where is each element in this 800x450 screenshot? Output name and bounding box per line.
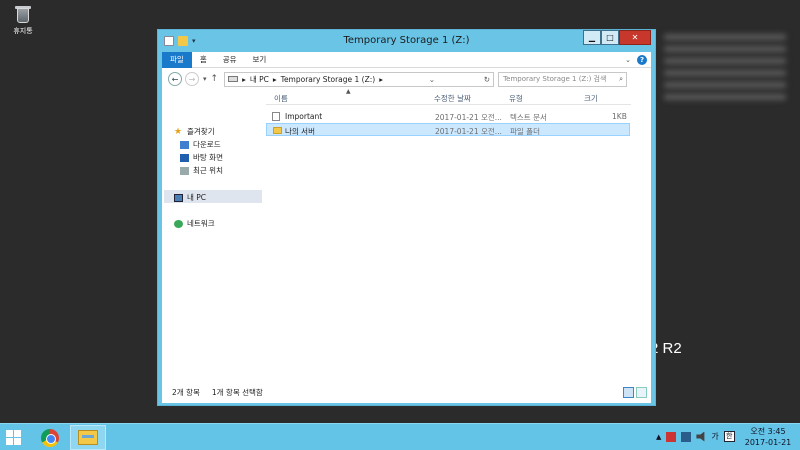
tab-view[interactable]: 보기 — [245, 52, 275, 68]
tab-file[interactable]: 파일 — [162, 51, 192, 68]
help-icon[interactable]: ? — [637, 54, 647, 65]
file-date: 2017-01-21 오전... — [435, 127, 502, 136]
blurred-info-panel — [660, 28, 790, 128]
large-icons-view-icon[interactable] — [636, 387, 647, 398]
status-bar: 2개 항목 1개 항목 선택함 — [162, 382, 651, 403]
nav-this-pc[interactable]: 내 PC — [174, 192, 206, 203]
drive-icon — [228, 76, 239, 82]
expand-ribbon-icon[interactable]: ⌄ — [625, 56, 631, 64]
file-list-pane: ▲ 이름 수정한 날짜 유형 크기 Important 2017-01-21 오… — [262, 88, 651, 382]
file-type: 텍스트 문서 — [510, 113, 547, 122]
clock-date: 2017-01-21 — [744, 438, 792, 447]
system-tray: ▲ 가 한 — [656, 431, 735, 442]
action-center-icon[interactable] — [666, 431, 677, 442]
address-dropdown-icon[interactable]: ⌄ — [426, 75, 438, 84]
details-view-icon[interactable] — [623, 387, 634, 398]
recent-locations-icon[interactable]: ▾ — [203, 75, 207, 83]
downloads-icon — [180, 140, 189, 149]
close-button[interactable]: ✕ — [619, 30, 651, 45]
title-bar[interactable]: ▾ Temporary Storage 1 (Z:) ▁ □ ✕ — [158, 30, 655, 52]
nav-recent-places[interactable]: 최근 위치 — [180, 165, 223, 176]
file-row[interactable]: Important 2017-01-21 오전... 텍스트 문서 1KB — [266, 110, 630, 123]
computer-icon — [174, 193, 183, 202]
tab-home[interactable]: 홈 — [192, 52, 215, 68]
nav-network-label: 네트워크 — [187, 219, 215, 228]
nav-desktop-label: 바탕 화면 — [193, 153, 223, 162]
ime-mode-indicator[interactable]: 가 — [711, 431, 718, 442]
star-icon: ★ — [174, 126, 183, 137]
file-explorer-icon — [78, 430, 98, 445]
chrome-icon — [41, 428, 59, 447]
file-name: Important — [285, 112, 323, 121]
breadcrumb-separator-icon: ▸ — [272, 74, 277, 84]
show-hidden-icons-icon[interactable]: ▲ — [656, 433, 661, 441]
recycle-bin-label: 휴지통 — [13, 27, 33, 35]
forward-button[interactable]: → — [185, 72, 199, 86]
breadcrumb-separator-icon: ▸ — [242, 74, 246, 84]
column-headers: ▲ 이름 수정한 날짜 유형 크기 — [266, 88, 631, 105]
folder-icon — [273, 127, 282, 134]
nav-downloads[interactable]: 다운로드 — [180, 139, 221, 150]
address-bar[interactable]: ▸ 내 PC ▸ Temporary Storage 1 (Z:) ▸ ⌄ ↻ — [224, 71, 495, 87]
up-button[interactable]: ↑ — [211, 74, 219, 84]
column-header-size[interactable]: 크기 — [584, 93, 598, 104]
text-file-icon — [272, 112, 280, 121]
column-header-name[interactable]: 이름 — [274, 93, 288, 104]
caption-buttons: ▁ □ ✕ — [583, 30, 651, 45]
selection-count: 1개 항목 선택함 — [211, 388, 263, 397]
column-header-date-modified[interactable]: 수정한 날짜 — [434, 93, 471, 104]
search-input[interactable]: Temporary Storage 1 (Z:) 검색 — [503, 74, 606, 84]
network-icon — [174, 219, 183, 228]
search-icon[interactable]: ⌕ — [619, 75, 623, 84]
taskbar-chrome[interactable] — [32, 425, 68, 450]
breadcrumb-drive[interactable]: Temporary Storage 1 (Z:) — [281, 75, 376, 84]
explorer-window: ▾ Temporary Storage 1 (Z:) ▁ □ ✕ 파일 홈 공유… — [157, 29, 656, 406]
clock[interactable]: 오전 3:45 2017-01-21 — [740, 426, 796, 448]
nav-favorites[interactable]: ★ 즐겨찾기 — [174, 126, 215, 137]
file-type: 파일 폴더 — [510, 127, 540, 136]
navigation-pane: ★ 즐겨찾기 다운로드 바탕 화면 최근 위치 내 PC 네트워크 — [162, 90, 262, 382]
file-size: 1KB — [612, 112, 627, 121]
address-bar-row: ← → ▾ ↑ ▸ 내 PC ▸ Temporary Storage 1 (Z:… — [162, 68, 651, 90]
file-date: 2017-01-21 오전... — [435, 113, 502, 122]
tab-share[interactable]: 공유 — [215, 52, 245, 68]
nav-favorites-label: 즐겨찾기 — [187, 127, 215, 136]
maximize-button[interactable]: □ — [601, 30, 619, 45]
recent-places-icon — [180, 166, 189, 175]
recycle-bin-icon — [14, 4, 32, 24]
clock-time: 오전 3:45 — [750, 427, 786, 436]
ribbon: 파일 홈 공유 보기 ⌄ ? — [162, 51, 651, 68]
nav-network[interactable]: 네트워크 — [174, 218, 215, 229]
taskbar: ▲ 가 한 오전 3:45 2017-01-21 — [0, 423, 800, 450]
nav-downloads-label: 다운로드 — [193, 140, 221, 149]
search-box[interactable]: Temporary Storage 1 (Z:) 검색 ⌕ — [498, 71, 628, 87]
desktop-icon — [180, 153, 189, 162]
minimize-button[interactable]: ▁ — [583, 30, 601, 45]
back-button[interactable]: ← — [168, 72, 182, 86]
column-header-type[interactable]: 유형 — [509, 93, 523, 104]
network-status-icon[interactable] — [681, 431, 692, 442]
nav-this-pc-label: 내 PC — [187, 193, 207, 202]
nav-desktop[interactable]: 바탕 화면 — [180, 152, 223, 163]
refresh-icon[interactable]: ↻ — [481, 75, 493, 84]
window-title: Temporary Storage 1 (Z:) — [343, 35, 470, 46]
start-button[interactable] — [6, 430, 22, 445]
file-name: 나의 서버 — [285, 127, 315, 136]
breadcrumb-this-pc[interactable]: 내 PC — [250, 74, 269, 85]
file-row-selected[interactable]: 나의 서버 2017-01-21 오전... 파일 폴더 — [266, 123, 630, 136]
recycle-bin[interactable]: 휴지통 — [8, 4, 38, 36]
taskbar-file-explorer[interactable] — [70, 425, 106, 450]
item-count: 2개 항목 — [172, 388, 200, 397]
language-indicator[interactable]: 한 — [723, 431, 735, 442]
sort-ascending-icon: ▲ — [346, 88, 351, 95]
volume-icon[interactable] — [696, 431, 705, 442]
nav-recent-label: 최근 위치 — [193, 166, 223, 175]
breadcrumb-separator-icon: ▸ — [379, 74, 383, 84]
